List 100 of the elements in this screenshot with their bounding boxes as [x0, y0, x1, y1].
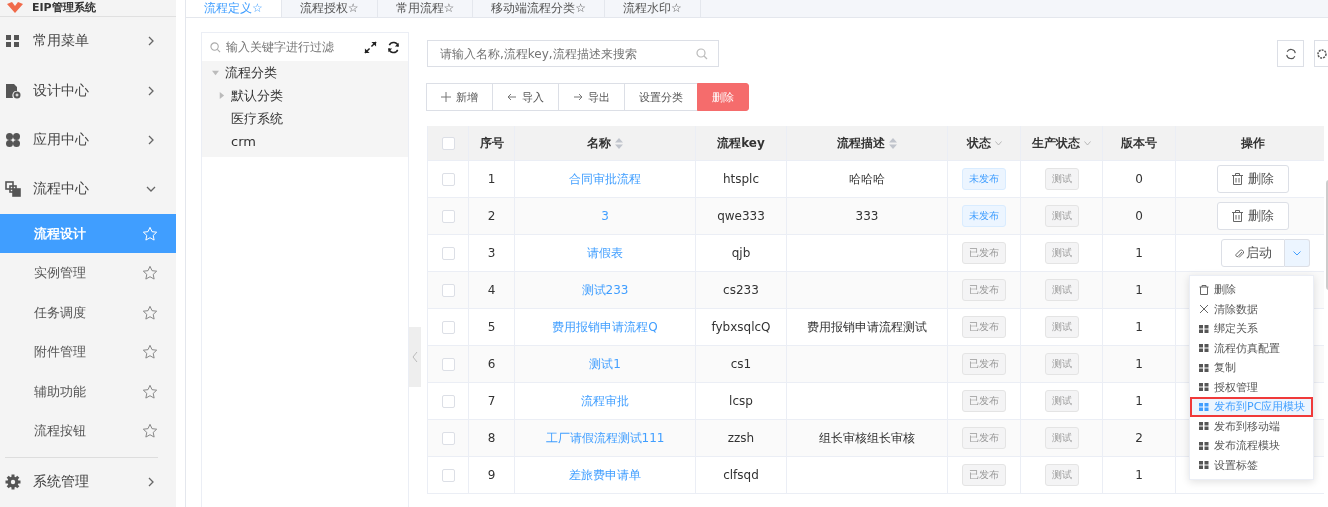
star-icon[interactable] — [142, 423, 158, 439]
version-number: 1 — [1135, 468, 1143, 482]
menu-icon — [5, 82, 21, 99]
menu-item[interactable]: 任务调度 — [0, 292, 176, 333]
plus-icon — [441, 92, 451, 102]
row-checkbox[interactable] — [441, 209, 455, 223]
menu-item[interactable]: 实例管理 — [0, 253, 176, 293]
production-status-tag: 测试 — [1044, 279, 1079, 301]
dropdown-item[interactable]: 设置标签 — [1190, 455, 1313, 475]
filter-field[interactable]: 输入关键字进行过滤 — [210, 40, 354, 54]
sort-icon[interactable] — [889, 137, 897, 149]
status-tag: 已发布 — [962, 353, 1006, 375]
toolbar-button[interactable]: 新增 — [426, 83, 493, 111]
column-header: 生产状态 — [1021, 126, 1103, 160]
menu-item[interactable]: 附件管理 — [0, 332, 176, 372]
row-number: 2 — [487, 209, 496, 223]
toolbar-button[interactable]: 导出 — [558, 83, 625, 111]
process-description: 333 — [855, 209, 879, 223]
menu-group[interactable]: 设计中心 — [0, 66, 176, 116]
filter-caret-icon[interactable] — [994, 140, 1002, 146]
row-checkbox[interactable] — [441, 431, 455, 445]
status-tag: 已发布 — [962, 316, 1006, 338]
row-delete-button[interactable]: 删除 — [1216, 165, 1289, 193]
chevron-icon — [146, 477, 156, 488]
dropdown-item[interactable]: 授权管理 — [1190, 377, 1313, 397]
menu-group[interactable]: 常用菜单 — [0, 16, 176, 67]
tree-node[interactable]: crm — [202, 130, 408, 153]
production-status-tag: 测试 — [1044, 427, 1079, 449]
dropdown-item[interactable]: 流程仿真配置 — [1190, 338, 1313, 358]
dropdown-item[interactable]: 清除数据 — [1190, 299, 1313, 319]
settings-button[interactable] — [1314, 40, 1328, 67]
column-header: 版本号 — [1103, 126, 1176, 160]
process-description: 哈哈哈 — [849, 170, 885, 188]
search-icon — [210, 41, 221, 53]
grid-icon — [1199, 440, 1209, 451]
dropdown-item[interactable]: 绑定关系 — [1190, 319, 1313, 339]
dropdown-item[interactable]: 发布流程模块 — [1190, 436, 1313, 456]
row-checkbox[interactable] — [441, 357, 455, 371]
tree-node[interactable]: 医疗系统 — [202, 107, 408, 130]
trash-icon — [1231, 210, 1243, 222]
row-checkbox[interactable] — [441, 283, 455, 297]
row-checkbox[interactable] — [441, 468, 455, 482]
process-key: qjb — [731, 246, 751, 260]
star-icon[interactable] — [142, 344, 158, 361]
tab[interactable]: 移动端流程分类☆ — [473, 0, 606, 17]
dropdown-item[interactable]: 发布到移动端 — [1190, 416, 1313, 436]
status-tag: 未发布 — [962, 205, 1006, 227]
sort-icon[interactable] — [615, 137, 623, 149]
collapse-handle[interactable] — [409, 327, 421, 387]
filter-caret-icon[interactable] — [1084, 140, 1091, 146]
process-key: clfsqd — [723, 468, 759, 482]
menu-icon — [5, 132, 21, 149]
version-number: 0 — [1135, 209, 1143, 223]
row-checkbox[interactable] — [441, 172, 455, 186]
star-icon[interactable] — [142, 265, 158, 282]
select-all-checkbox[interactable] — [441, 136, 455, 150]
process-key: lcsp — [729, 394, 753, 408]
menu-icon — [5, 33, 21, 50]
dropdown-item[interactable]: 复制 — [1190, 358, 1313, 378]
toolbar-button[interactable]: 设置分类 — [624, 83, 698, 111]
expand-icon[interactable] — [364, 40, 377, 54]
paperclip-icon — [1234, 247, 1244, 259]
process-key: fybxsqlcQ — [711, 320, 771, 334]
status-tag: 已发布 — [962, 279, 1006, 301]
dropdown-item[interactable]: 删除 — [1190, 280, 1313, 300]
refresh-icon[interactable] — [387, 40, 400, 54]
row-checkbox[interactable] — [441, 320, 455, 334]
menu-group[interactable]: 流程中心 — [0, 164, 176, 215]
grid-icon — [1199, 401, 1209, 412]
row-number: 5 — [487, 320, 496, 334]
start-button[interactable]: 启动 — [1221, 239, 1285, 267]
tab[interactable]: 流程授权☆ — [281, 0, 378, 17]
menu-item[interactable]: 辅助功能 — [0, 371, 176, 412]
production-status-tag: 测试 — [1044, 353, 1079, 375]
tab[interactable]: 常用流程☆ — [377, 0, 474, 17]
star-icon[interactable] — [142, 304, 158, 321]
menu-group[interactable]: 应用中心 — [0, 115, 176, 165]
star-icon[interactable] — [142, 383, 158, 400]
tree-node[interactable]: 默认分类 — [202, 84, 408, 107]
dropdown-toggle[interactable] — [1285, 239, 1310, 267]
column-header: 状态 — [948, 126, 1021, 160]
row-delete-button[interactable]: 删除 — [1216, 202, 1289, 230]
column-header: 流程描述 — [787, 126, 948, 160]
process-key: cs233 — [723, 283, 759, 297]
arrow-right-icon — [573, 92, 583, 102]
search-field[interactable]: 请输入名称,流程key,流程描述来搜索 — [427, 40, 719, 67]
grid-icon — [1199, 421, 1209, 432]
toolbar-button[interactable]: 导入 — [492, 83, 559, 111]
menu-group[interactable]: 系统管理 — [0, 457, 176, 507]
column-header: 序号 — [469, 126, 515, 160]
tab[interactable]: 流程水印☆ — [605, 0, 701, 17]
status-tag: 已发布 — [962, 242, 1006, 264]
app-title: EIP管理系统 — [32, 0, 96, 16]
menu-item[interactable]: 流程按钮 — [0, 411, 176, 451]
refresh-button[interactable] — [1277, 40, 1304, 67]
search-icon — [696, 47, 708, 60]
process-key: cs1 — [730, 357, 752, 371]
tree-node[interactable]: 流程分类 — [202, 61, 408, 84]
row-checkbox[interactable] — [441, 246, 455, 260]
row-checkbox[interactable] — [441, 394, 455, 408]
